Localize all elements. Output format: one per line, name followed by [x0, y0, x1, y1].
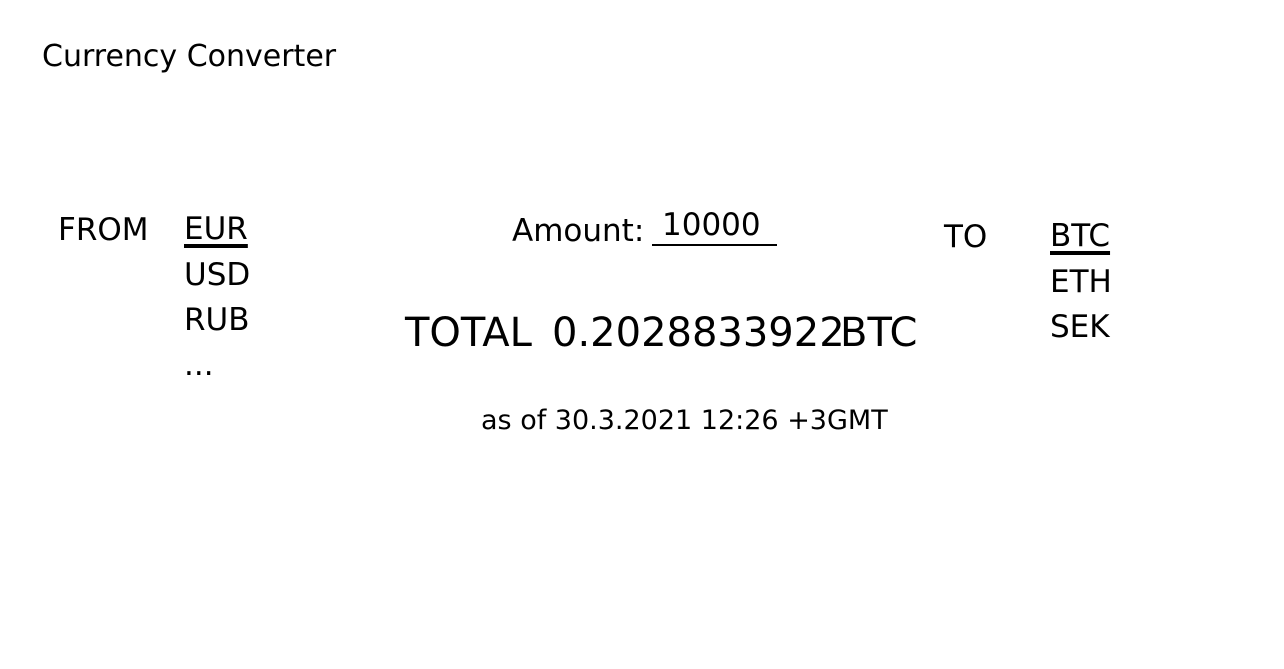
amount-label: Amount:	[512, 213, 645, 249]
from-label: FROM	[58, 212, 149, 248]
from-currency-more[interactable]: ...	[184, 350, 214, 381]
total-label: TOTAL	[405, 310, 532, 356]
to-currency-eth[interactable]: ETH	[1050, 267, 1112, 298]
rate-timestamp: as of 30.3.2021 12:26 +3GMT	[481, 405, 888, 436]
to-currency-btc[interactable]: BTC	[1050, 221, 1110, 252]
total-currency: BTC	[840, 310, 918, 356]
app-title: Currency Converter	[42, 39, 337, 74]
from-currency-eur[interactable]: EUR	[184, 214, 248, 245]
from-currency-rub[interactable]: RUB	[184, 305, 250, 336]
to-currency-sek[interactable]: SEK	[1050, 312, 1110, 343]
from-currency-usd[interactable]: USD	[184, 260, 250, 291]
total-value: 0.2028833922	[552, 310, 845, 356]
amount-input[interactable]	[652, 206, 777, 246]
to-label: TO	[944, 219, 988, 255]
